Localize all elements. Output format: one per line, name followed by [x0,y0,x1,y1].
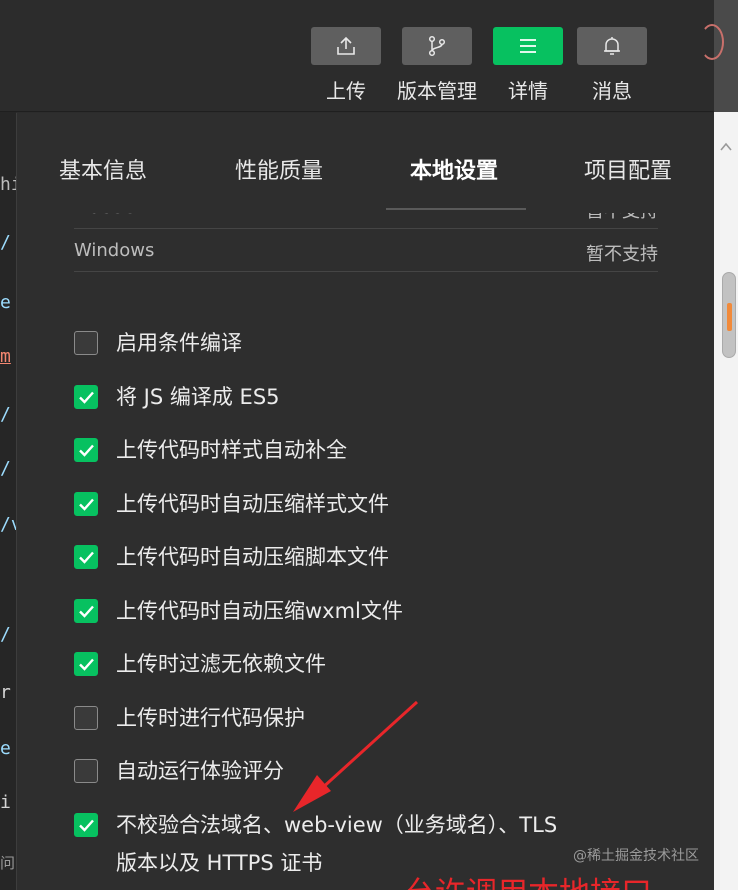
checkbox-unchecked[interactable] [74,706,98,730]
option-label: 自动运行体验评分 [116,759,284,783]
tab-performance[interactable]: 性能质量 [235,153,323,185]
scrollbar-thumb[interactable] [722,272,736,358]
scroll-up-icon[interactable] [720,142,732,152]
option-label: 上传代码时自动压缩脚本文件 [116,545,389,569]
checkbox-unchecked[interactable] [74,759,98,783]
code-editor-strip: hip / e m / / /v / r e i 问 [0,112,33,890]
option-label: 上传代码时样式自动补全 [116,438,347,462]
checkbox-unchecked[interactable] [74,331,98,355]
code-fragment: 问 [0,854,16,872]
branch-icon [402,27,472,65]
check-icon [79,498,94,511]
option-label-line2: 版本以及 HTTPS 证书 [116,851,323,875]
code-fragment: r [0,682,11,703]
check-icon [79,444,94,457]
active-tab-indicator [386,208,526,210]
check-icon [79,819,94,832]
details-button[interactable]: 详情 [483,0,573,112]
code-fragment: / [0,624,11,645]
option-label: 上传时进行代码保护 [116,706,305,730]
code-fragment: e [0,738,11,759]
details-panel: 基本信息 性能质量 本地设置 项目配置 MacOS 暂不支持 Windows 暂… [16,113,714,890]
tab-local-settings[interactable]: 本地设置 [410,153,498,185]
info-row-value: 暂不支持 [586,244,658,265]
version-manage-label: 版本管理 [397,79,477,103]
bell-icon [577,27,647,65]
option-label: 将 JS 编译成 ES5 [116,385,280,409]
annotation-text: 允许调用本地接口 [404,868,652,890]
option-label: 不校验合法域名、web-view（业务域名）、TLS [116,813,558,837]
info-row-key: Windows [74,240,155,261]
checkbox-checked[interactable] [74,813,98,837]
check-icon [79,605,94,618]
check-icon [79,551,94,564]
code-fragment: / [0,458,11,479]
panel-tabs: 基本信息 性能质量 本地设置 项目配置 [17,113,714,213]
messages-label: 消息 [592,79,632,103]
code-fragment: m [0,346,11,367]
messages-button[interactable]: 消息 [567,0,657,112]
details-label: 详情 [508,79,548,103]
tab-project-config[interactable]: 项目配置 [584,153,672,185]
tab-basic-info[interactable]: 基本信息 [59,153,147,185]
info-row-windows: Windows 暂不支持 [74,228,658,272]
menu-icon [493,27,563,65]
code-fragment: e [0,292,11,313]
upload-button[interactable]: 上传 [301,0,391,112]
checkbox-checked[interactable] [74,545,98,569]
upload-icon [311,27,381,65]
avatar-edge [700,24,724,60]
scrollbar-track[interactable] [714,112,738,890]
check-icon [79,391,94,404]
upload-label: 上传 [326,79,366,103]
toolbar: 上传 版本管理 详情 消息 [0,0,714,112]
code-fragment: / [0,232,11,253]
checkbox-checked[interactable] [74,599,98,623]
checkbox-checked[interactable] [74,385,98,409]
version-manage-button[interactable]: 版本管理 [392,0,482,112]
checkbox-checked[interactable] [74,438,98,462]
code-fragment: / [0,404,11,425]
checkbox-checked[interactable] [74,492,98,516]
check-icon [79,658,94,671]
checkbox-checked[interactable] [74,652,98,676]
code-fragment: i [0,792,11,813]
option-label: 上传代码时自动压缩样式文件 [116,492,389,516]
option-label: 启用条件编译 [116,331,242,355]
option-label: 上传时过滤无依赖文件 [116,652,326,676]
option-label: 上传代码时自动压缩wxml文件 [116,599,403,623]
watermark: @稀土掘金技术社区 [573,848,699,864]
